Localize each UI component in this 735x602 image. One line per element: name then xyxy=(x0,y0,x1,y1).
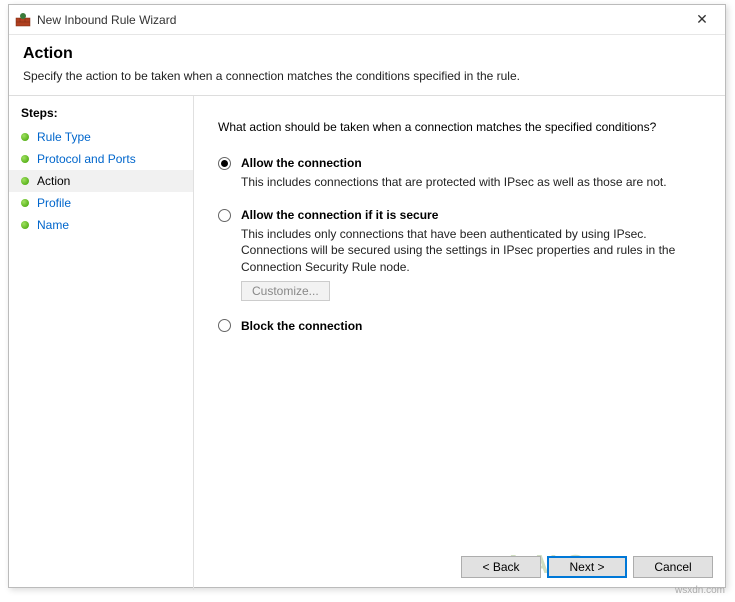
step-label: Profile xyxy=(37,196,71,210)
wizard-body: Steps: Rule Type Protocol and Ports Acti… xyxy=(9,96,725,590)
option-allow-head[interactable]: Allow the connection xyxy=(218,156,689,170)
option-allow-secure-title: Allow the connection if it is secure xyxy=(241,208,438,222)
step-label: Name xyxy=(37,218,69,232)
window-title: New Inbound Rule Wizard xyxy=(37,13,679,27)
firewall-icon xyxy=(15,12,31,28)
option-allow-secure-desc: This includes only connections that have… xyxy=(241,226,689,275)
wizard-window: New Inbound Rule Wizard ✕ Action Specify… xyxy=(8,4,726,588)
next-button[interactable]: Next > xyxy=(547,556,627,578)
step-profile[interactable]: Profile xyxy=(9,192,193,214)
wizard-content: What action should be taken when a conne… xyxy=(194,96,725,590)
step-action[interactable]: Action xyxy=(9,170,193,192)
back-button[interactable]: < Back xyxy=(461,556,541,578)
customize-button: Customize... xyxy=(241,281,330,301)
source-watermark: wsxdn.com xyxy=(675,585,725,596)
option-block-head[interactable]: Block the connection xyxy=(218,319,689,333)
step-label: Rule Type xyxy=(37,130,91,144)
step-name[interactable]: Name xyxy=(9,214,193,236)
option-allow-desc: This includes connections that are prote… xyxy=(241,174,689,190)
option-block-title: Block the connection xyxy=(241,319,362,333)
radio-allow-secure[interactable] xyxy=(218,209,231,222)
steps-sidebar: Steps: Rule Type Protocol and Ports Acti… xyxy=(9,96,194,590)
titlebar: New Inbound Rule Wizard ✕ xyxy=(9,5,725,35)
close-button[interactable]: ✕ xyxy=(679,5,725,35)
step-label: Protocol and Ports xyxy=(37,152,136,166)
wizard-footer: < Back Next > Cancel xyxy=(461,556,713,578)
bullet-icon xyxy=(21,221,29,229)
option-allow-secure: Allow the connection if it is secure Thi… xyxy=(218,208,689,301)
option-allow-title: Allow the connection xyxy=(241,156,362,170)
bullet-icon xyxy=(21,155,29,163)
steps-heading: Steps: xyxy=(9,106,193,126)
page-title: Action xyxy=(23,45,711,63)
radio-block[interactable] xyxy=(218,319,231,332)
option-allow-secure-head[interactable]: Allow the connection if it is secure xyxy=(218,208,689,222)
option-allow: Allow the connection This includes conne… xyxy=(218,156,689,190)
cancel-button[interactable]: Cancel xyxy=(633,556,713,578)
content-prompt: What action should be taken when a conne… xyxy=(218,120,689,134)
bullet-icon xyxy=(21,199,29,207)
step-rule-type[interactable]: Rule Type xyxy=(9,126,193,148)
bullet-icon xyxy=(21,133,29,141)
step-label: Action xyxy=(37,174,70,188)
wizard-header: Action Specify the action to be taken wh… xyxy=(9,35,725,96)
step-protocol-and-ports[interactable]: Protocol and Ports xyxy=(9,148,193,170)
bullet-icon xyxy=(21,177,29,185)
radio-allow[interactable] xyxy=(218,157,231,170)
option-block: Block the connection xyxy=(218,319,689,333)
page-subtitle: Specify the action to be taken when a co… xyxy=(23,69,711,83)
